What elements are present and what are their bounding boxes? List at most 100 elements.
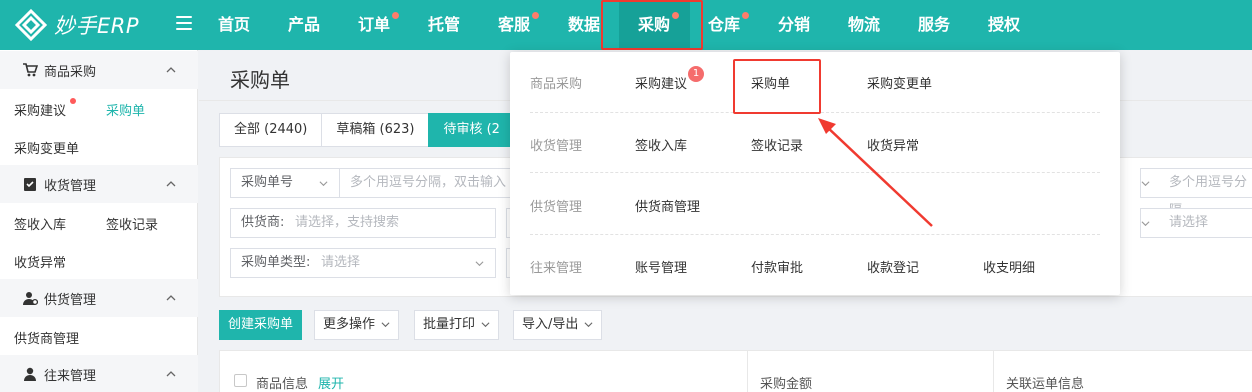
column-divider (993, 351, 994, 392)
logo-text: 妙手ERP (54, 14, 140, 38)
nav-service-dot (532, 12, 539, 19)
chevron-down-icon (381, 322, 390, 328)
chevron-up-icon[interactable] (166, 65, 176, 75)
status-tabs: 全部 (2440) 草稿箱 (623) 待审核 (2 (219, 113, 515, 147)
right-select[interactable]: 请选择 (1140, 208, 1252, 238)
more-actions-button[interactable]: 更多操作 (314, 310, 400, 340)
nav-hosting[interactable]: 托管 (428, 0, 460, 50)
notification-badge: 1 (688, 66, 704, 82)
dropdown-divider (530, 234, 1100, 235)
menu-toggle-icon[interactable] (176, 16, 192, 32)
table-header: 商品信息 展开 采购金额 关联运单信息 (219, 350, 1252, 392)
batch-print-button[interactable]: 批量打印 (414, 310, 500, 340)
dropdown-item-supplier-management[interactable]: 供货商管理 (635, 196, 700, 215)
nav-products[interactable]: 产品 (288, 0, 320, 50)
dropdown-category: 供货管理 (530, 200, 583, 215)
tab-drafts[interactable]: 草稿箱 (623) (321, 113, 430, 147)
right-order-input[interactable]: 多个用逗号分隔 (1140, 168, 1252, 218)
sidebar-item-purchase-change[interactable]: 采购变更单 (14, 138, 79, 157)
order-no-placeholder: 多个用逗号分隔，双击输入 (350, 175, 507, 190)
expand-link[interactable]: 展开 (318, 373, 344, 392)
right-select-placeholder: 请选择 (1169, 215, 1209, 230)
chevron-down-icon (475, 261, 484, 267)
sidebar-item-supplier-management[interactable]: 供货商管理 (14, 328, 79, 347)
supplier-icon (23, 292, 38, 306)
import-export-label: 导入/导出 (522, 317, 579, 332)
dropdown-category: 往来管理 (530, 261, 583, 276)
dropdown-item-payment-approval[interactable]: 付款审批 (751, 257, 803, 276)
nav-service[interactable]: 客服 (498, 0, 530, 50)
supplier-placeholder: 请选择，支持搜索 (295, 215, 400, 230)
nav-warehouse[interactable]: 仓库 (708, 0, 740, 50)
dropdown-item-sign-records[interactable]: 签收记录 (751, 135, 803, 154)
order-no-type-select[interactable]: 采购单号 (230, 168, 340, 198)
chevron-down-icon (584, 322, 593, 328)
dropdown-category: 收货管理 (530, 139, 583, 154)
sidebar: 商品采购 采购建议 采购单 采购变更单 收货管理 签收入库 签收记录 收货异常 … (0, 50, 198, 392)
sidebar-item-receiving-exceptions[interactable]: 收货异常 (14, 252, 66, 271)
order-type-select[interactable]: 采购单类型: 请选择 (230, 248, 496, 278)
supplier-select[interactable]: 供货商: 请选择，支持搜索 (230, 208, 496, 238)
sidebar-item-sign-records[interactable]: 签收记录 (106, 214, 158, 233)
batch-print-label: 批量打印 (423, 317, 476, 332)
sidebar-section-title: 商品采购 (44, 64, 97, 80)
chevron-up-icon[interactable] (166, 293, 176, 303)
cart-icon (23, 63, 38, 77)
select-all-checkbox[interactable] (234, 374, 247, 387)
more-actions-label: 更多操作 (323, 317, 376, 332)
sidebar-section-supply[interactable]: 供货管理 (0, 279, 198, 317)
tab-all[interactable]: 全部 (2440) (219, 113, 323, 147)
order-no-type-label: 采购单号 (241, 175, 294, 190)
header-purchase-amount: 采购金额 (760, 377, 813, 392)
chevron-down-icon (1141, 181, 1150, 187)
sidebar-section-title: 收货管理 (44, 178, 97, 194)
order-type-label: 采购单类型: (241, 255, 311, 270)
nav-data[interactable]: 数据 (568, 0, 600, 50)
dropdown-item-receiving-exceptions[interactable]: 收货异常 (867, 135, 919, 154)
dropdown-item-purchase-suggestion[interactable]: 采购建议 (635, 73, 687, 92)
chevron-down-icon (1141, 221, 1150, 227)
highlight-box-nav (601, 0, 703, 50)
sidebar-section-purchase[interactable]: 商品采购 (0, 51, 198, 89)
clipboard-check-icon (24, 178, 36, 191)
nav-home[interactable]: 首页 (218, 0, 250, 50)
dropdown-category: 商品采购 (530, 77, 583, 92)
column-divider (747, 351, 748, 392)
order-no-input[interactable]: 多个用逗号分隔，双击输入 (339, 168, 519, 198)
nav-distribution[interactable]: 分销 (778, 0, 810, 50)
nav-orders-dot (392, 12, 399, 19)
import-export-button[interactable]: 导入/导出 (513, 310, 603, 340)
supplier-label: 供货商: (241, 215, 285, 230)
logo-mark-icon (14, 8, 48, 42)
nav-orders[interactable]: 订单 (358, 0, 390, 50)
highlight-box-purchase-order (733, 59, 821, 114)
page-title: 采购单 (230, 68, 290, 92)
dropdown-divider (530, 172, 1100, 173)
header-product-info: 商品信息 (256, 377, 309, 392)
sidebar-item-purchase-suggestion[interactable]: 采购建议 (14, 100, 66, 119)
dropdown-item-sign-in-stock[interactable]: 签收入库 (635, 135, 687, 154)
create-purchase-order-button[interactable]: 创建采购单 (219, 310, 303, 340)
nav-authorization[interactable]: 授权 (988, 0, 1020, 50)
chevron-down-icon (481, 322, 490, 328)
nav-warehouse-dot (742, 12, 749, 19)
sidebar-item-sign-in-stock[interactable]: 签收入库 (14, 214, 66, 233)
sidebar-item-purchase-order[interactable]: 采购单 (106, 100, 145, 119)
nav-logistics[interactable]: 物流 (848, 0, 880, 50)
tab-pending-review[interactable]: 待审核 (2 (428, 113, 515, 147)
sidebar-section-title: 往来管理 (44, 368, 97, 384)
sidebar-section-accounts[interactable]: 往来管理 (0, 355, 198, 392)
sidebar-section-title: 供货管理 (44, 292, 97, 308)
dropdown-item-income-expense-details[interactable]: 收支明细 (983, 257, 1035, 276)
chevron-up-icon[interactable] (166, 179, 176, 189)
logo[interactable]: 妙手ERP (14, 8, 139, 42)
dropdown-item-receipt-registration[interactable]: 收款登记 (867, 257, 919, 276)
sidebar-section-receiving[interactable]: 收货管理 (0, 165, 198, 203)
chevron-up-icon[interactable] (166, 369, 176, 379)
chevron-down-icon (319, 181, 328, 187)
header-shipping-info: 关联运单信息 (1006, 377, 1085, 392)
sidebar-item-dot (70, 98, 76, 104)
dropdown-item-account-management[interactable]: 账号管理 (635, 257, 687, 276)
dropdown-item-purchase-change[interactable]: 采购变更单 (867, 73, 932, 92)
nav-services[interactable]: 服务 (918, 0, 950, 50)
